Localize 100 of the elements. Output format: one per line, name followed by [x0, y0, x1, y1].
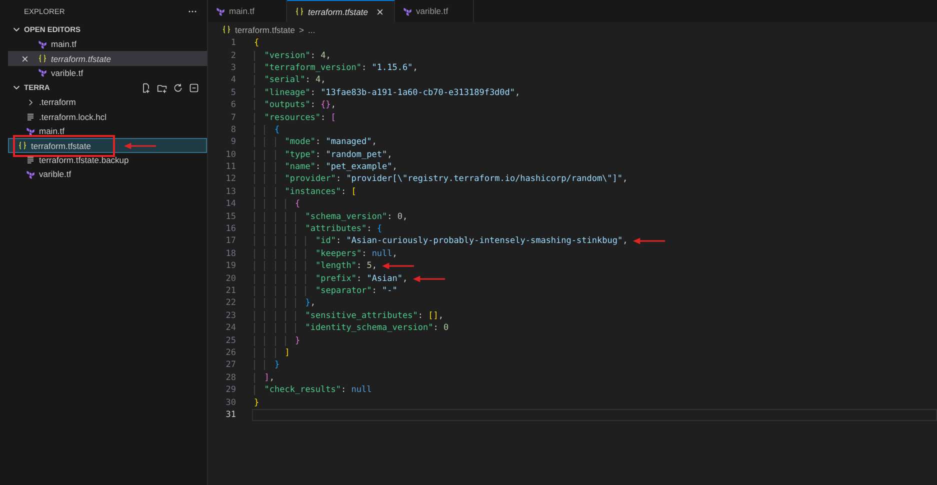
breadcrumb-item[interactable]: ... — [308, 24, 316, 34]
code-line: "outputs": {}, — [254, 100, 336, 110]
file-name: varible.tf — [51, 68, 84, 78]
line-number: 3 — [230, 62, 237, 73]
line-number: 23 — [224, 310, 237, 321]
collapse-all-icon[interactable] — [189, 82, 199, 93]
terraform-icon — [26, 126, 35, 136]
new-file-icon[interactable] — [141, 82, 151, 93]
file-name: .terraform.lock.hcl — [39, 112, 107, 122]
line-number: 18 — [224, 248, 237, 259]
line-number: 6 — [230, 100, 237, 110]
file-item[interactable]: terraform.tfstate.backup — [8, 152, 207, 168]
file-name: main.tf — [51, 39, 77, 50]
terraform-icon — [26, 170, 35, 179]
line-number: 19 — [224, 261, 237, 272]
line-number: 21 — [224, 286, 237, 296]
line-number: 12 — [224, 174, 237, 184]
code-line: ], — [254, 372, 274, 383]
code-line: "attributes": { — [254, 224, 382, 234]
braces-icon — [18, 141, 27, 150]
line-number: 30 — [224, 398, 237, 408]
file-item[interactable]: .terraform — [8, 95, 207, 110]
breadcrumb-item[interactable]: terraform.tfstate — [235, 24, 295, 34]
file-item[interactable]: terraform.tfstate — [8, 51, 207, 66]
code-line: "name": "pet_example", — [254, 162, 398, 172]
code-line: "resources": [ — [254, 112, 336, 123]
code-line: "lineage": "13fae83b-a191-1a60-cb70-e313189f3d0d", — [254, 88, 520, 98]
more-icon[interactable] — [188, 10, 197, 12]
file-item[interactable]: main.tf — [8, 37, 207, 52]
line-number: 10 — [224, 150, 237, 160]
line-number: 17 — [224, 236, 237, 246]
line-number: 11 — [224, 162, 237, 172]
braces-icon — [38, 54, 47, 64]
file-item[interactable]: varible.tf — [8, 66, 207, 80]
code-line: ] — [254, 348, 290, 358]
file-name: terraform.tfstate — [31, 140, 91, 151]
line-number: 8 — [230, 124, 237, 135]
line-number: 26 — [224, 348, 237, 358]
line-number: 13 — [224, 186, 237, 197]
refresh-icon[interactable] — [173, 82, 183, 93]
tab-label: main.tf — [229, 6, 255, 16]
file-name: terraform.tfstate — [51, 54, 111, 64]
line-number: 2 — [230, 50, 237, 61]
file-item[interactable]: varible.tf — [8, 167, 207, 182]
line-number: 20 — [224, 274, 237, 284]
code-line: { — [254, 199, 300, 210]
code-line: "version": 4, — [254, 50, 331, 61]
line-number: 15 — [224, 212, 237, 222]
editor-tab[interactable]: terraform.tfstate — [287, 0, 395, 22]
file-name: main.tf — [39, 126, 65, 136]
code-line: "mode": "managed", — [254, 137, 377, 148]
code-line: "terraform_version": "1.15.6", — [254, 62, 418, 73]
code-line: "prefix": "Asian", — [254, 274, 408, 284]
chevron-down-icon — [12, 83, 21, 92]
tab-label: terraform.tfstate — [308, 6, 368, 16]
code-line: "keepers": null, — [254, 248, 398, 259]
file-name: terraform.tfstate.backup — [39, 154, 129, 165]
code-line: "instances": [ — [254, 186, 356, 197]
line-number: 22 — [224, 298, 237, 308]
line-number: 29 — [224, 385, 237, 396]
terraform-icon — [403, 6, 412, 16]
line-number: 31 — [224, 410, 237, 420]
line-number: 25 — [224, 336, 237, 346]
braces-icon — [295, 7, 304, 16]
line-number: 14 — [224, 199, 237, 210]
text-file-icon — [26, 155, 35, 164]
line-number: 9 — [230, 137, 237, 148]
breadcrumb-separator: > — [299, 24, 304, 34]
line-number: 16 — [224, 224, 237, 234]
terraform-icon — [216, 6, 225, 16]
editor-tab[interactable]: varible.tf — [395, 0, 474, 22]
terraform-icon — [38, 68, 47, 78]
code-line: } — [254, 360, 280, 370]
file-item[interactable]: .terraform.lock.hcl — [8, 110, 207, 124]
close-icon[interactable] — [376, 8, 384, 16]
code-line: "provider": "provider[\"registry.terraform.io/hashicorp/random\"]", — [254, 174, 628, 184]
line-number: 24 — [224, 323, 237, 334]
file-name: .terraform — [39, 97, 76, 108]
line-number: 4 — [230, 75, 237, 86]
tab-label: varible.tf — [416, 6, 448, 16]
code-line: { — [254, 38, 260, 48]
close-icon[interactable] — [21, 54, 29, 63]
code-line: } — [254, 336, 300, 346]
code-line: { — [254, 124, 280, 135]
code-line: "serial": 4, — [254, 75, 326, 86]
line-number: 28 — [224, 372, 237, 383]
code-line: "id": "Asian-curiously-probably-intensely-smashing-stinkbug", — [254, 236, 628, 246]
line-number: 5 — [230, 88, 237, 98]
code-line: "schema_version": 0, — [254, 212, 408, 222]
file-name: varible.tf — [39, 169, 72, 180]
chevron-right-icon — [26, 98, 35, 107]
code-line: "separator": "-" — [254, 286, 398, 296]
code-line: "check_results": null — [254, 385, 372, 396]
terraform-icon — [38, 40, 47, 49]
code-line: "type": "random_pet", — [254, 150, 392, 160]
new-folder-icon[interactable] — [157, 82, 167, 93]
line-number: 27 — [224, 360, 237, 370]
code-line: } — [254, 398, 260, 408]
chevron-down-icon — [12, 25, 21, 34]
file-item[interactable]: main.tf — [8, 124, 207, 138]
